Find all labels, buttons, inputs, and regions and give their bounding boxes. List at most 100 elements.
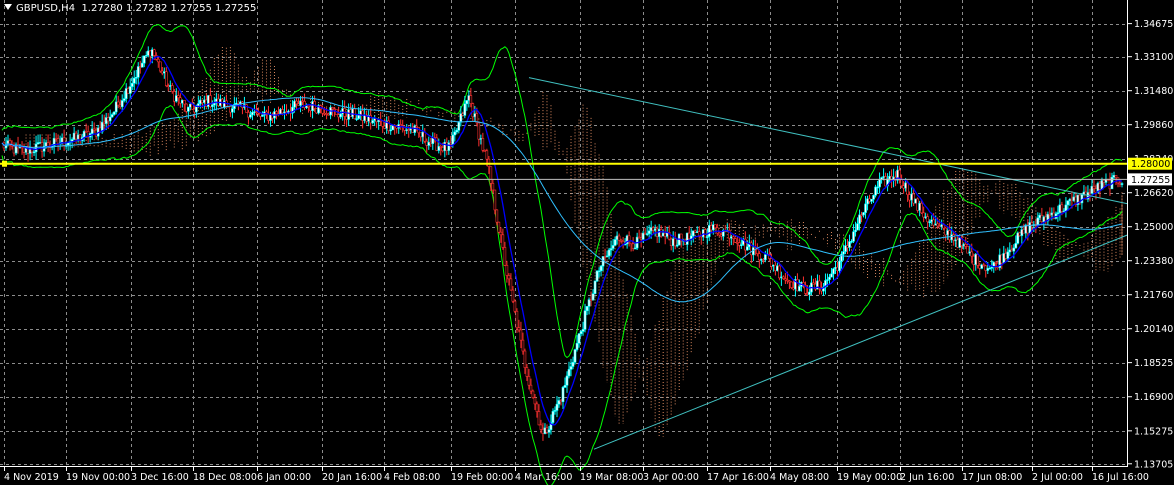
candle-body xyxy=(786,279,789,282)
candle-body xyxy=(56,138,60,145)
candle-body xyxy=(128,86,132,94)
candle-body xyxy=(928,221,931,223)
candle-body xyxy=(545,427,549,433)
candle-body xyxy=(846,245,849,248)
candle-body xyxy=(116,101,120,106)
candle-body xyxy=(848,241,851,248)
candle-body xyxy=(607,249,611,257)
candle-body xyxy=(1120,183,1124,185)
candle-body xyxy=(707,225,711,237)
candle-body xyxy=(569,366,573,370)
candle-body xyxy=(148,50,152,57)
candle-body xyxy=(389,129,392,132)
y-tick-label: 1.15275 xyxy=(1134,426,1173,437)
price-chart[interactable]: 1.346751.331001.314801.298601.282401.266… xyxy=(0,0,1174,485)
candle-body xyxy=(589,299,593,301)
candle-body xyxy=(854,229,857,233)
candle-body xyxy=(529,384,533,392)
candle-body xyxy=(467,95,471,101)
candle-body xyxy=(713,224,717,229)
candle-body xyxy=(124,88,128,99)
candle-body xyxy=(399,124,403,127)
candle-body xyxy=(982,264,986,267)
y-tick-label: 1.23380 xyxy=(1134,256,1173,267)
candle-body xyxy=(719,234,723,237)
y-tick-label: 1.34675 xyxy=(1134,19,1173,30)
candle-body xyxy=(321,108,324,114)
candle-body xyxy=(924,216,927,219)
candle-body xyxy=(637,236,641,239)
candle-body xyxy=(591,293,595,301)
x-tick-label: 4 Mar 16:00 xyxy=(515,472,572,483)
candle-body xyxy=(421,131,425,138)
candle-body xyxy=(976,254,980,266)
candle-body xyxy=(108,116,112,122)
candle-body xyxy=(1070,199,1074,202)
candle-body xyxy=(782,276,785,279)
candle-body xyxy=(429,141,433,144)
candle-body xyxy=(106,117,110,122)
candle-body xyxy=(267,113,270,121)
candle-body xyxy=(565,375,569,386)
candle-body xyxy=(966,246,970,254)
candle-body xyxy=(659,229,663,237)
candle-body xyxy=(309,105,312,111)
candle-body xyxy=(223,100,226,108)
candle-body xyxy=(1060,204,1064,212)
candle-body xyxy=(38,142,42,144)
candle-body xyxy=(283,111,286,114)
candle-body xyxy=(156,58,160,63)
candle-body xyxy=(908,194,911,201)
candle-body xyxy=(740,244,743,246)
candle-body xyxy=(44,142,48,147)
candle-body xyxy=(391,125,394,131)
candle-body xyxy=(140,62,144,68)
level-label-text: 1.27255 xyxy=(1131,175,1170,186)
chart-window[interactable]: 1.346751.331001.314801.298601.282401.266… xyxy=(0,0,1174,485)
candle-body xyxy=(876,186,879,189)
candle-body xyxy=(675,244,679,247)
candle-body xyxy=(441,147,445,152)
candle-body xyxy=(573,349,577,363)
candle-body xyxy=(427,141,431,146)
candle-body xyxy=(211,104,214,107)
candle-body xyxy=(984,265,988,271)
candle-body xyxy=(910,193,913,201)
candle-body xyxy=(946,230,949,236)
candle-body xyxy=(373,118,376,121)
candle-body xyxy=(1114,175,1118,179)
candle-body xyxy=(639,237,643,240)
candle-body xyxy=(1012,247,1016,252)
candle-body xyxy=(253,111,256,114)
symbol-info: GBPUSD,H4 1.27280 1.27282 1.27255 1.2725… xyxy=(4,3,256,14)
candle-body xyxy=(185,103,188,112)
candle-body xyxy=(557,400,561,405)
collapse-triangle-icon[interactable] xyxy=(4,4,12,10)
candle-body xyxy=(425,140,429,146)
candle-body xyxy=(595,270,599,282)
candle-body xyxy=(483,149,487,152)
candle-body xyxy=(926,216,929,223)
candle-body xyxy=(251,111,254,116)
candle-body xyxy=(868,198,871,202)
candle-body xyxy=(377,119,380,123)
candle-body xyxy=(413,125,417,133)
candle-body xyxy=(649,227,653,232)
candle-body xyxy=(631,243,635,249)
candle-body xyxy=(1010,249,1014,252)
candle-body xyxy=(611,245,615,249)
x-tick-label: 20 Jan 16:00 xyxy=(322,472,382,483)
candle-body xyxy=(249,114,252,118)
candle-body xyxy=(932,219,935,226)
candle-body xyxy=(860,214,863,217)
candle-body xyxy=(1066,200,1070,206)
candle-body xyxy=(1026,224,1030,234)
candle-body xyxy=(1038,214,1042,219)
horizontal-levels xyxy=(0,162,1127,180)
candle-body xyxy=(856,223,859,231)
candle-body xyxy=(72,132,76,140)
candle-body xyxy=(938,225,941,228)
candle-body xyxy=(798,286,801,292)
y-tick-label: 1.25000 xyxy=(1134,222,1173,233)
candle-body xyxy=(597,270,601,273)
